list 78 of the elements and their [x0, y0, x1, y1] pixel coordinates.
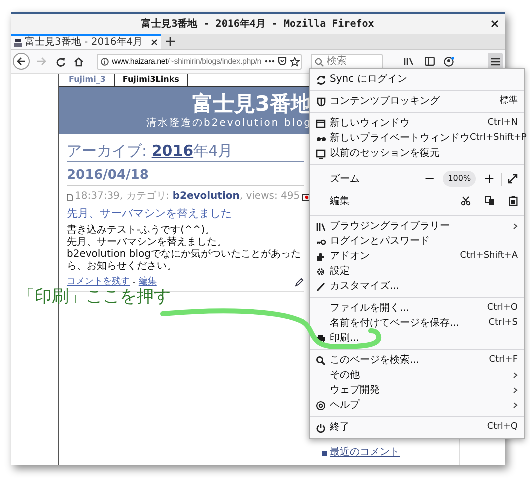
- category-link[interactable]: b2evolution: [172, 191, 240, 202]
- zoom-in-button[interactable]: +: [480, 172, 502, 186]
- star-icon[interactable]: [290, 56, 300, 66]
- close-icon[interactable]: [491, 20, 499, 28]
- post-text: b2evolution blogでなにか気がついたことがあったら、お知らせください。: [67, 249, 302, 273]
- search-icon: [315, 58, 324, 66]
- reload-icon[interactable]: [56, 56, 66, 66]
- menu-item[interactable]: その他: [310, 368, 524, 383]
- puzzle-icon: [316, 252, 326, 262]
- document-icon: [67, 194, 73, 200]
- info-icon[interactable]: [101, 58, 109, 66]
- cut-icon[interactable]: [461, 196, 471, 206]
- nav-tab[interactable]: Fujimi3Links: [114, 74, 188, 86]
- post-link[interactable]: コメントを残す: [67, 277, 130, 288]
- library-icon[interactable]: [404, 57, 414, 66]
- menu-item[interactable]: ヘルプ: [310, 398, 524, 413]
- year-link[interactable]: 2016: [152, 142, 194, 160]
- menu-item[interactable]: アドオン Ctrl+Shift+A: [310, 249, 524, 264]
- fullscreen-icon[interactable]: [508, 174, 518, 184]
- search-icon: [316, 356, 326, 366]
- post-link[interactable]: 編集: [138, 277, 157, 288]
- more-dots-icon[interactable]: [264, 60, 274, 63]
- search-field[interactable]: 検索: [311, 54, 383, 70]
- zoom-out-button[interactable]: −: [420, 172, 440, 186]
- menu-item[interactable]: 新しいウィンドウ Ctrl+N: [310, 116, 524, 131]
- menu-icon: [491, 58, 500, 66]
- post-text: 書き込みテスト-ふうです(^^)。: [67, 225, 216, 236]
- zoom-label: ズーム: [330, 172, 361, 186]
- post-text: 先月、サーバマシンを替えました。: [67, 237, 228, 249]
- library-icon: [316, 222, 326, 232]
- favicon-icon: [14, 38, 22, 46]
- menu-item[interactable]: ブラウジングライブラリー: [310, 219, 524, 234]
- paste-icon[interactable]: [509, 196, 518, 206]
- lifebuoy-icon: [316, 400, 326, 410]
- tab-title: 富士見3番地 - 2016年4月: [25, 38, 144, 48]
- shield-icon[interactable]: [278, 57, 286, 66]
- sidebar-icon[interactable]: [425, 57, 435, 66]
- sync-icon: [316, 74, 326, 84]
- menu-item[interactable]: ログインとパスワード: [310, 234, 524, 249]
- browser-tab[interactable]: 富士見3番地 - 2016年4月: [11, 34, 161, 49]
- url-text: www.haizara.net/~shimirin/blogs/index.php/n: [112, 56, 262, 68]
- menu-item[interactable]: 終了 Ctrl+Q: [310, 420, 524, 435]
- back-button[interactable]: [13, 53, 30, 70]
- post-title[interactable]: 先月、サーバマシンを替えました: [67, 207, 304, 221]
- power-icon: [316, 422, 326, 432]
- copy-icon[interactable]: [485, 196, 495, 206]
- square-bullet-icon: [322, 450, 327, 456]
- shield-icon: [316, 96, 326, 106]
- menu-item[interactable]: このページを検索... Ctrl+F: [310, 353, 524, 368]
- menu-item[interactable]: 以前のセッションを復元: [310, 146, 524, 161]
- menu-item[interactable]: ウェブ開発: [310, 383, 524, 398]
- brush-icon: [316, 282, 326, 292]
- menu-item[interactable]: 設定: [310, 264, 524, 279]
- pencil-icon[interactable]: [295, 278, 304, 287]
- recent-comments-link[interactable]: 最近のコメント: [330, 447, 400, 459]
- gear-icon: [316, 266, 326, 276]
- menu-item[interactable]: コンテンツブロッキング 標準: [310, 94, 524, 109]
- url-field[interactable]: www.haizara.net/~shimirin/blogs/index.php/n: [97, 54, 302, 70]
- menu-item[interactable]: ファイルを開く... Ctrl+O: [310, 301, 524, 316]
- zoom-reset-button[interactable]: 100%: [443, 171, 476, 187]
- date-heading: 2016/04/18: [67, 168, 304, 186]
- link-separator: -: [133, 277, 136, 288]
- window-title: 富士見3番地 - 2016年4月 - Mozilla Firefox: [142, 17, 374, 32]
- edit-label: 編集: [330, 194, 351, 208]
- monitor-icon: [316, 148, 326, 158]
- nav-tab[interactable]: Fujimi_3: [61, 74, 115, 86]
- menu-item[interactable]: Sync にログイン: [310, 72, 524, 87]
- menu-item[interactable]: 名前を付けてページを保存... Ctrl+S: [310, 316, 524, 331]
- archive-heading: アーカイブ: 2016年4月: [67, 142, 304, 162]
- menu-item[interactable]: カスタマイズ...: [310, 279, 524, 294]
- account-icon[interactable]: [444, 56, 455, 66]
- close-icon[interactable]: [151, 39, 158, 46]
- home-icon[interactable]: [74, 56, 84, 66]
- post-meta: 18:37:39, カテゴリ: b2evolution, views: 495: [75, 191, 300, 203]
- printer-icon: [316, 334, 326, 344]
- window-icon: [316, 118, 326, 128]
- menu-item[interactable]: 印刷...: [310, 331, 524, 346]
- new-tab-icon[interactable]: [166, 37, 175, 46]
